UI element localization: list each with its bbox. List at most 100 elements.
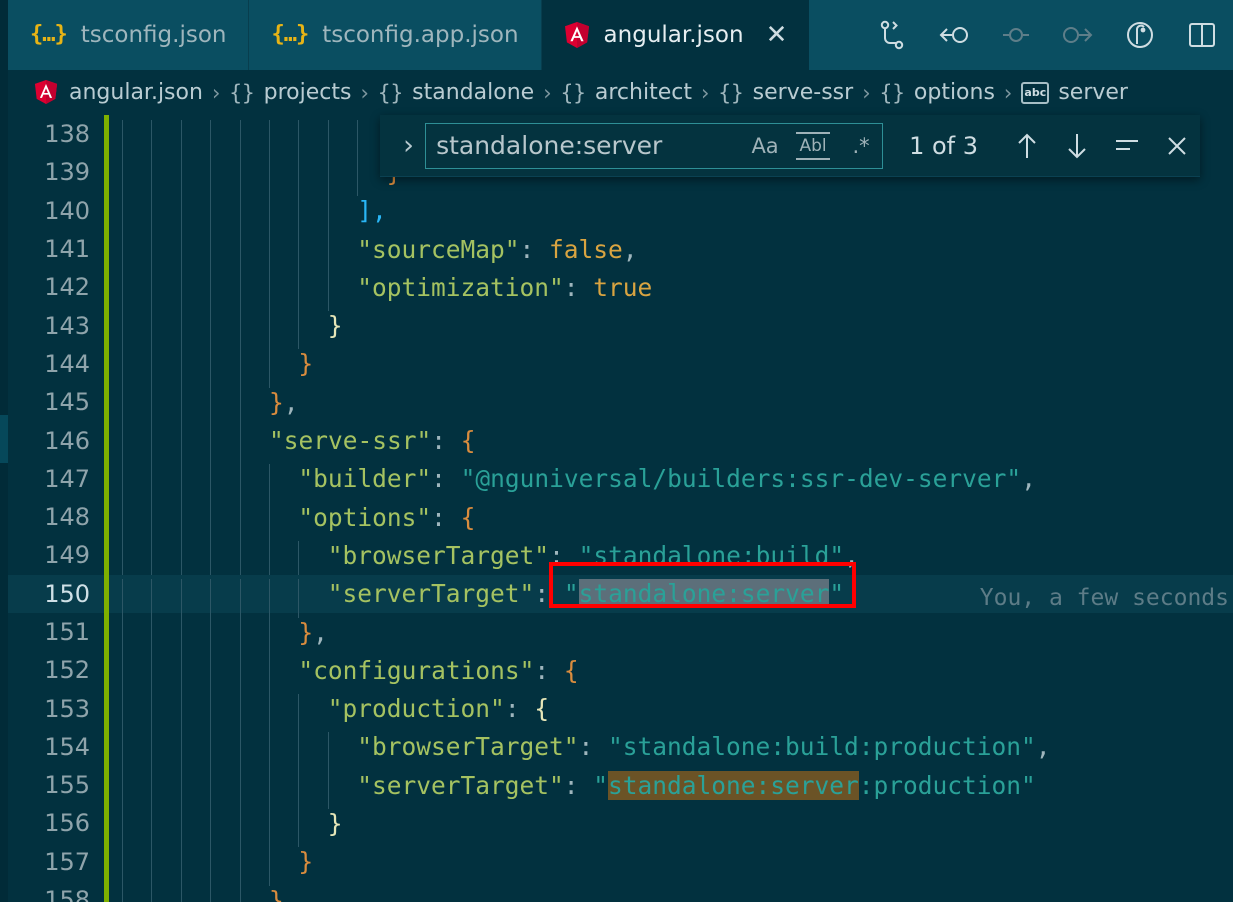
code-token: : (431, 426, 461, 456)
close-icon[interactable]: ✕ (766, 22, 788, 48)
code-line[interactable]: 150 "serverTarget": "standalone:server" Yo… (8, 574, 1233, 618)
breadcrumb-item-serve-ssr[interactable]: {} serve-ssr (718, 80, 853, 105)
code-line[interactable]: 142 "optimization": true (8, 268, 1233, 312)
indent-guide (269, 464, 270, 503)
go-forward-icon[interactable] (1047, 0, 1109, 70)
indent-guide (269, 694, 270, 733)
indent-guide (180, 196, 182, 235)
code-line[interactable]: 153 "production": { (8, 689, 1233, 733)
code-line[interactable]: 140], (8, 191, 1233, 235)
line-number: 148 (44, 503, 90, 532)
tab-tsconfig-app-json[interactable]: {…} tsconfig.app.json (249, 0, 542, 70)
code-line[interactable]: 145}, (8, 383, 1233, 427)
indent-guide (269, 770, 270, 809)
code-text: } (104, 847, 1233, 886)
code-line[interactable]: 141 "sourceMap": false, (8, 229, 1233, 273)
match-case-icon[interactable]: Aa (748, 129, 782, 163)
indent-guide (122, 387, 123, 427)
code-token: { (460, 502, 476, 532)
line-number: 156 (44, 809, 90, 838)
editor-tab-bar: {…} tsconfig.json {…} tsconfig.app.json … (8, 0, 1233, 70)
code-line[interactable]: 155 "serverTarget": "standalone:server:pr… (8, 766, 1233, 809)
indent-guide (239, 808, 241, 848)
next-match-icon[interactable] (1054, 123, 1100, 169)
breadcrumb-separator: › (862, 80, 871, 105)
git-blame-annotation: You, a few seconds (979, 585, 1229, 612)
angular-logo-icon (34, 79, 60, 107)
indent-guide (151, 579, 153, 618)
code-line[interactable]: 148 "options": { (8, 497, 1233, 541)
indent-guide (327, 234, 329, 273)
line-number: 151 (44, 618, 90, 646)
breadcrumb-item-architect[interactable]: {} architect (561, 80, 692, 105)
indent-guide (210, 311, 212, 350)
find-input[interactable] (436, 131, 754, 160)
code-text: } (104, 311, 1233, 350)
code-line[interactable]: 149 "browserTarget": "standalone:build", (8, 536, 1233, 580)
indent-guide (327, 272, 329, 312)
indent-guide (122, 617, 123, 656)
find-input-wrapper[interactable]: Aa Abl .* (425, 122, 884, 169)
close-icon[interactable] (1154, 123, 1200, 169)
breadcrumb-label: architect (594, 80, 692, 105)
run-debug-icon[interactable] (1109, 0, 1171, 70)
whole-word-icon[interactable]: Abl (796, 131, 831, 160)
code-token: } (327, 808, 343, 838)
indent-guide (151, 732, 153, 771)
code-text: ], (104, 196, 1233, 235)
indent-guide (239, 349, 241, 388)
code-text: "builder": "@nguniversal/builders:ssr-de… (104, 464, 1233, 503)
tab-tsconfig-json[interactable]: {…} tsconfig.json (8, 0, 250, 70)
indent-guide (239, 655, 241, 695)
indent-guide (151, 119, 153, 158)
toggle-replace-chevron-icon[interactable]: › (392, 115, 425, 177)
split-editor-icon[interactable] (1171, 0, 1233, 70)
find-match-count: 1 of 3 (909, 131, 978, 160)
breadcrumb-item-file[interactable]: angular.json (34, 79, 203, 107)
code-token: false (548, 234, 623, 264)
code-line[interactable]: 154 "browserTarget": "standalone:build:pr… (8, 727, 1233, 771)
code-token: , (371, 196, 387, 226)
code-line[interactable]: 152 "configurations": { (8, 651, 1233, 695)
dot-circle-icon[interactable] (985, 0, 1047, 70)
previous-match-icon[interactable] (1004, 123, 1050, 169)
code-line[interactable]: 158}, (8, 880, 1233, 902)
indent-guide (269, 234, 270, 273)
indent-guide (180, 885, 182, 902)
indent-guide (180, 617, 182, 656)
code-line[interactable]: 151}, (8, 612, 1233, 656)
code-line[interactable]: 143} (8, 306, 1233, 350)
indent-guide (151, 617, 153, 656)
indent-guide (210, 387, 212, 427)
tab-angular-json[interactable]: angular.json ✕ (541, 0, 810, 70)
breadcrumb-item-projects[interactable]: {} projects (229, 80, 351, 105)
find-in-selection-icon[interactable] (1104, 123, 1150, 169)
indent-guide (210, 732, 212, 771)
code-editor[interactable]: 138139}140],141"sourceMap": false,142"op… (8, 115, 1233, 902)
indent-guide (239, 617, 241, 656)
indent-guide (239, 579, 241, 618)
code-line[interactable]: 144} (8, 344, 1233, 388)
code-line[interactable]: 156} (8, 804, 1233, 848)
code-text: "production": { (104, 694, 1233, 733)
go-back-icon[interactable] (923, 0, 985, 70)
breadcrumb-item-servertarget[interactable]: abc server (1021, 80, 1128, 105)
indent-guide (151, 694, 153, 733)
code-token: : (534, 655, 564, 685)
indent-guide (298, 732, 300, 771)
code-token: "browserTarget" (357, 732, 579, 762)
breadcrumb-item-standalone[interactable]: {} standalone (378, 80, 534, 105)
line-number: 144 (44, 349, 90, 378)
source-control-compare-icon[interactable] (861, 0, 923, 70)
indent-guide (151, 426, 153, 465)
indent-guide (298, 808, 300, 848)
code-line[interactable]: 146 "serve-ssr": { (8, 421, 1233, 465)
indent-guide (210, 655, 212, 695)
code-line[interactable]: 157} (8, 842, 1233, 886)
regex-icon[interactable]: .* (844, 129, 878, 163)
indent-guide (151, 502, 153, 541)
code-line[interactable]: 147 "builder": "@nguniversal/builders:ssr… (8, 459, 1233, 503)
breadcrumb-item-options[interactable]: {} options (880, 80, 995, 105)
abc-icon: abc (1021, 81, 1050, 104)
code-token: "standalone:build" (578, 540, 845, 570)
